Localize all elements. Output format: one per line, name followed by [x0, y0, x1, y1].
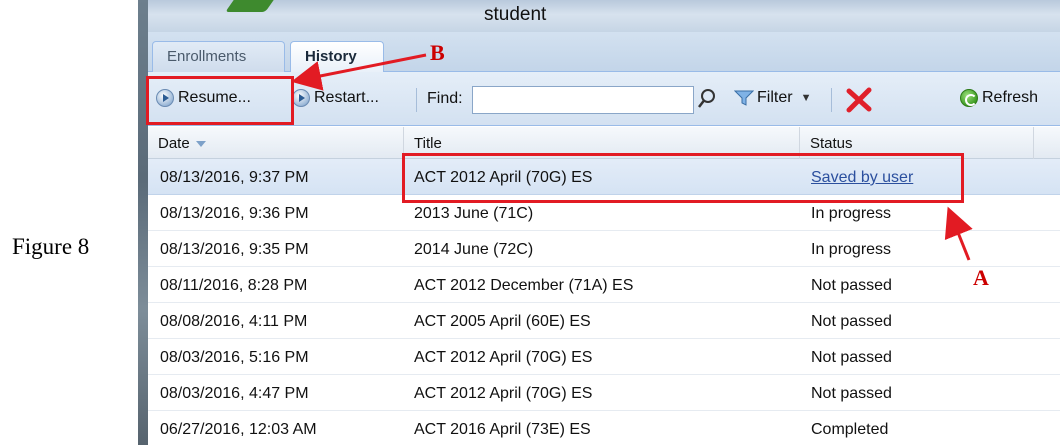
column-header-label: Date	[158, 135, 190, 152]
status-cell: Not passed	[811, 277, 892, 294]
table-row[interactable]: 08/11/2016, 8:28 PM ACT 2012 December (7…	[148, 267, 1060, 303]
date-cell: 08/03/2016, 4:47 PM	[160, 385, 309, 402]
callout-label-b: B	[430, 40, 445, 65]
refresh-circle-icon	[960, 89, 978, 107]
date-cell: 08/13/2016, 9:35 PM	[160, 241, 309, 258]
refresh-button[interactable]: Refresh	[960, 89, 1038, 107]
tab-bar: Enrollments History	[148, 32, 1060, 73]
restart-label: Restart...	[314, 89, 379, 106]
status-cell: Completed	[811, 421, 889, 438]
status-cell: Not passed	[811, 349, 892, 366]
sort-desc-icon	[195, 141, 206, 148]
logo-decoration	[225, 0, 281, 12]
tab-history[interactable]: History	[290, 41, 384, 73]
magnifier-icon[interactable]	[697, 88, 717, 110]
restart-button[interactable]: Restart...	[292, 89, 379, 107]
toolbar-separator	[416, 88, 417, 112]
column-header-label: Title	[414, 135, 442, 152]
date-cell: 08/08/2016, 4:11 PM	[160, 313, 308, 330]
table-row[interactable]: 08/13/2016, 9:35 PM 2014 June (72C) In p…	[148, 231, 1060, 267]
highlight-box-a	[402, 153, 964, 203]
red-x-icon[interactable]	[844, 85, 874, 115]
title-cell: ACT 2016 April (73E) ES	[414, 421, 591, 438]
filter-label: Filter	[757, 89, 793, 106]
table-row[interactable]: 06/27/2016, 12:03 AM ACT 2016 April (73E…	[148, 411, 1060, 445]
find-input[interactable]	[472, 86, 694, 114]
filter-button[interactable]: Filter ▼	[734, 89, 811, 107]
column-header-date[interactable]: Date	[148, 127, 404, 159]
app-window: student Enrollments History Resume... Re…	[148, 0, 1060, 445]
title-cell: ACT 2012 December (71A) ES	[414, 277, 634, 294]
table-row[interactable]: 08/08/2016, 4:11 PM ACT 2005 April (60E)…	[148, 303, 1060, 339]
date-cell: 06/27/2016, 12:03 AM	[160, 421, 317, 438]
status-cell: Not passed	[811, 385, 892, 402]
title-cell: ACT 2012 April (70G) ES	[414, 385, 593, 402]
highlight-box-b	[146, 76, 294, 125]
date-cell: 08/03/2016, 5:16 PM	[160, 349, 309, 366]
title-bar: student	[148, 0, 1060, 32]
date-cell: 08/13/2016, 9:36 PM	[160, 205, 309, 222]
figure-label: Figure 8	[12, 234, 90, 259]
status-cell: In progress	[811, 241, 892, 258]
toolbar-separator	[831, 88, 832, 112]
tab-enrollments[interactable]: Enrollments	[152, 41, 285, 72]
table-row[interactable]: 08/03/2016, 5:16 PM ACT 2012 April (70G)…	[148, 339, 1060, 375]
background-strip	[138, 0, 148, 445]
play-circle-icon	[292, 89, 310, 107]
title-cell: ACT 2005 April (60E) ES	[414, 313, 591, 330]
title-cell: 2014 June (72C)	[414, 241, 534, 258]
table-row[interactable]: 08/03/2016, 4:47 PM ACT 2012 April (70G)…	[148, 375, 1060, 411]
column-header-label: Status	[810, 135, 853, 152]
dropdown-arrow-icon: ▼	[800, 92, 812, 104]
callout-label-a: A	[973, 265, 989, 290]
date-cell: 08/13/2016, 9:37 PM	[160, 169, 309, 186]
window-title: student	[484, 4, 547, 25]
status-cell: Not passed	[811, 313, 892, 330]
refresh-label: Refresh	[982, 89, 1039, 106]
date-cell: 08/11/2016, 8:28 PM	[160, 277, 308, 294]
funnel-icon	[734, 90, 754, 106]
title-cell: ACT 2012 April (70G) ES	[414, 349, 593, 366]
find-label: Find:	[427, 90, 463, 107]
